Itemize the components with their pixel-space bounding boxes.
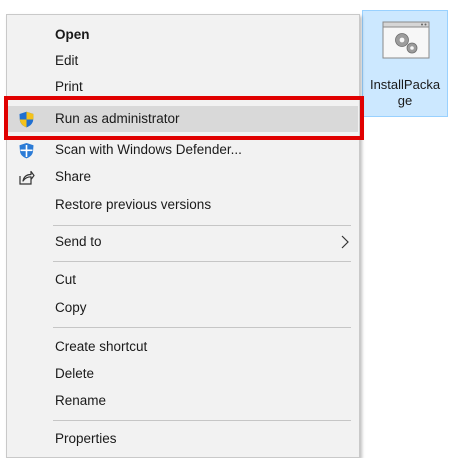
chevron-right-icon [341, 235, 349, 249]
share-icon [19, 170, 35, 185]
menu-item-label: Copy [55, 300, 87, 315]
menu-item-label: Create shortcut [55, 339, 148, 354]
menu-item-label: Run as administrator [55, 111, 180, 126]
menu-item-label: Rename [55, 393, 107, 408]
desktop-file-installpackage[interactable]: InstallPackage [362, 10, 448, 117]
menu-item-run-as-administrator[interactable]: Run as administrator [8, 106, 358, 132]
menu-item-label: Edit [55, 53, 79, 68]
menu-item-scan-with-windows-defender[interactable]: Scan with Windows Defender... [8, 137, 358, 163]
menu-item-print[interactable]: Print [8, 74, 358, 100]
menu-item-cut[interactable]: Cut [8, 267, 358, 293]
menu-item-label: Delete [55, 366, 95, 381]
file-name-caption: InstallPackage [369, 77, 441, 108]
menu-item-rename[interactable]: Rename [8, 388, 358, 414]
menu-item-label: Properties [55, 431, 117, 446]
windows-defender-icon [19, 143, 34, 159]
menu-item-label: Restore previous versions [55, 197, 212, 212]
menu-item-send-to[interactable]: Send to [8, 229, 358, 255]
menu-item-label: Send to [55, 234, 102, 249]
menu-item-label: Share [55, 169, 92, 184]
menu-item-label: Cut [55, 272, 77, 287]
menu-item-create-shortcut[interactable]: Create shortcut [8, 334, 358, 360]
installer-thumbnail-icon [382, 21, 430, 59]
menu-item-label: Scan with Windows Defender... [55, 142, 242, 157]
menu-separator [53, 261, 351, 262]
menu-separator [53, 420, 351, 421]
menu-item-copy[interactable]: Copy [8, 295, 358, 321]
menu-item-label: Print [55, 79, 83, 94]
uac-shield-icon [19, 111, 34, 128]
menu-item-restore-previous-versions[interactable]: Restore previous versions [8, 192, 358, 218]
menu-separator [53, 225, 351, 226]
context-menu: Open Edit Print Run as administrator Sca… [6, 14, 360, 458]
menu-item-share[interactable]: Share [8, 164, 358, 190]
menu-item-delete[interactable]: Delete [8, 361, 358, 387]
menu-item-label: Open [55, 27, 90, 42]
menu-separator [53, 327, 351, 328]
menu-item-edit[interactable]: Edit [8, 48, 358, 74]
menu-item-open[interactable]: Open [8, 22, 358, 48]
menu-item-properties[interactable]: Properties [8, 426, 358, 452]
